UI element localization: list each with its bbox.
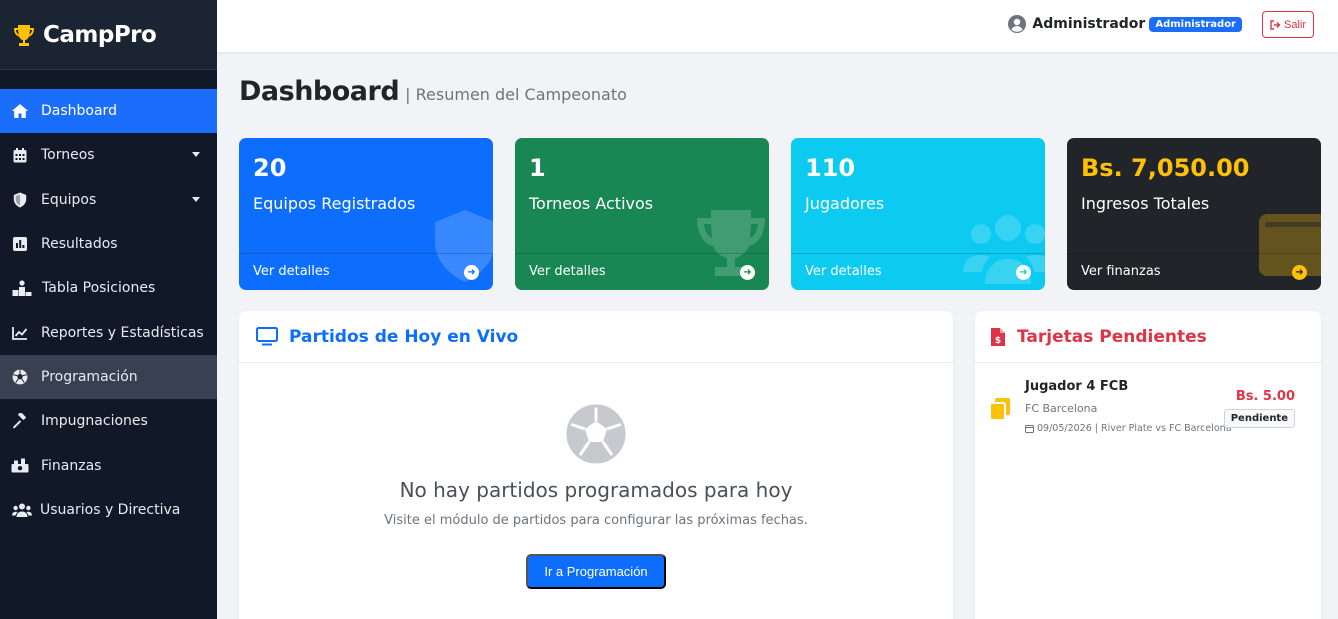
brand[interactable]: CampPro [0, 0, 217, 70]
soccer-ball-icon [566, 404, 626, 464]
podium-icon [11, 279, 33, 297]
stat-footer[interactable]: Ver detalles ➜ [515, 253, 769, 290]
brand-name: CampPro [43, 21, 157, 48]
stat-card-equipos: 20 Equipos Registrados Ver detalles ➜ [239, 138, 493, 290]
sidebar-item-programacion[interactable]: Programación [0, 354, 217, 400]
calendar-icon [11, 146, 29, 164]
soccer-ball-icon [11, 368, 29, 386]
stat-footer[interactable]: Ver finanzas ➜ [1067, 253, 1321, 290]
calendar-icon [1025, 425, 1034, 433]
status-badge: Pendiente [1223, 409, 1295, 428]
sidebar-item-label: Torneos [41, 147, 95, 164]
sidebar-item-tabla-posiciones[interactable]: Tabla Posiciones [0, 266, 217, 310]
pending-cards-title: Tarjetas Pendientes [1017, 326, 1207, 347]
stat-link[interactable]: Ver detalles [805, 264, 882, 279]
sidebar-item-label: Tabla Posiciones [42, 280, 156, 297]
empty-state-title: No hay partidos programados para hoy [399, 478, 793, 502]
stat-label: Ingresos Totales [1081, 194, 1210, 213]
sidebar-item-label: Programación [41, 368, 138, 385]
sidebar-item-equipos[interactable]: Equipos [0, 178, 217, 222]
sidebar-item-finanzas[interactable]: Finanzas [0, 443, 217, 487]
sidebar: CampPro Dashboard Torneos Equipos Result… [0, 0, 217, 619]
stat-link[interactable]: Ver detalles [253, 264, 330, 279]
trophy-icon [14, 24, 34, 46]
stat-label: Jugadores [805, 194, 885, 213]
stat-card-torneos: 1 Torneos Activos Ver detalles ➜ [515, 138, 769, 290]
arrow-right-icon: ➜ [1016, 265, 1031, 280]
monitor-icon [256, 326, 278, 345]
page-subtitle: | Resumen del Campeonato [405, 85, 627, 104]
match-meta-text: 09/05/2026 | River Plate vs FC Barcelona [1037, 423, 1232, 434]
topbar: Administrador Administrador Salir [217, 0, 1338, 52]
poll-icon [11, 235, 29, 253]
stat-value: 20 [253, 154, 287, 182]
user-name: Administrador [1032, 16, 1146, 32]
list-item[interactable]: Jugador 4 FCB FC Barcelona 09/05/2026 | … [987, 379, 1309, 439]
sidebar-item-label: Dashboard [41, 103, 117, 120]
stat-label: Equipos Registrados [253, 194, 416, 213]
chart-line-icon [11, 324, 29, 342]
team-name: FC Barcelona [1025, 402, 1098, 415]
sidebar-item-label: Equipos [41, 191, 97, 208]
stat-value: 110 [805, 154, 856, 182]
pending-cards-header: $ Tarjetas Pendientes [975, 311, 1321, 363]
user-menu[interactable]: Administrador Administrador [1008, 15, 1242, 33]
sidebar-item-label: Finanzas [41, 457, 102, 474]
stat-label: Torneos Activos [529, 194, 654, 213]
shield-icon [11, 191, 29, 209]
arrow-right-icon: ➜ [740, 265, 755, 280]
stat-footer[interactable]: Ver detalles ➜ [239, 253, 493, 290]
logout-button[interactable]: Salir [1261, 11, 1314, 38]
logout-label: Salir [1283, 18, 1306, 31]
money-icon [11, 457, 29, 475]
sign-out-icon [1270, 19, 1281, 30]
player-name: Jugador 4 FCB [1025, 379, 1129, 394]
home-icon [11, 102, 29, 120]
stat-value: Bs. 7,050.00 [1081, 154, 1250, 182]
sidebar-item-label: Reportes y Estadísticas [41, 324, 204, 341]
users-icon [11, 501, 33, 519]
invoice-dollar-icon: $ [991, 327, 1005, 346]
sidebar-nav: Dashboard Torneos Equipos Resultados Tab… [0, 89, 217, 532]
fine-amount: Bs. 5.00 [1235, 389, 1295, 404]
sidebar-item-label: Resultados [41, 236, 118, 253]
live-matches-header: Partidos de Hoy en Vivo [239, 311, 953, 363]
arrow-right-icon: ➜ [464, 265, 479, 280]
svg-text:$: $ [995, 336, 1001, 346]
gavel-icon [11, 412, 29, 430]
role-badge: Administrador [1149, 16, 1242, 32]
chevron-down-icon [192, 196, 200, 202]
empty-state-text: Visite el módulo de partidos para config… [384, 513, 808, 528]
stat-link[interactable]: Ver finanzas [1081, 264, 1161, 279]
user-circle-icon [1008, 15, 1027, 33]
sidebar-item-label: Usuarios y Directiva [40, 501, 181, 518]
stat-value: 1 [529, 154, 546, 182]
page-title: Dashboard | Resumen del Campeonato [239, 76, 627, 107]
sidebar-item-torneos[interactable]: Torneos [0, 133, 217, 177]
go-to-programacion-button[interactable]: Ir a Programación [526, 554, 666, 589]
page-heading: Dashboard [239, 76, 400, 107]
match-meta: 09/05/2026 | River Plate vs FC Barcelona [1025, 423, 1232, 434]
live-matches-title: Partidos de Hoy en Vivo [289, 326, 519, 347]
stat-footer[interactable]: Ver detalles ➜ [791, 253, 1045, 290]
sidebar-item-impugnaciones[interactable]: Impugnaciones [0, 399, 217, 443]
sidebar-item-reportes[interactable]: Reportes y Estadísticas [0, 310, 217, 354]
pending-cards-card: $ Tarjetas Pendientes Jugador 4 FCB FC B… [975, 311, 1321, 619]
chevron-down-icon [192, 152, 200, 158]
sidebar-item-usuarios[interactable]: Usuarios y Directiva [0, 488, 217, 532]
yellow-card-icon [989, 398, 1010, 421]
stat-link[interactable]: Ver detalles [529, 264, 606, 279]
stat-card-jugadores: 110 Jugadores Ver detalles ➜ [791, 138, 1045, 290]
sidebar-item-label: Impugnaciones [41, 413, 148, 430]
sidebar-item-dashboard[interactable]: Dashboard [0, 89, 217, 134]
arrow-right-icon: ➜ [1292, 265, 1307, 280]
sidebar-item-resultados[interactable]: Resultados [0, 222, 217, 266]
stat-card-ingresos: Bs. 7,050.00 Ingresos Totales Ver finanz… [1067, 138, 1321, 290]
live-matches-card: Partidos de Hoy en Vivo No hay partidos … [239, 311, 953, 619]
